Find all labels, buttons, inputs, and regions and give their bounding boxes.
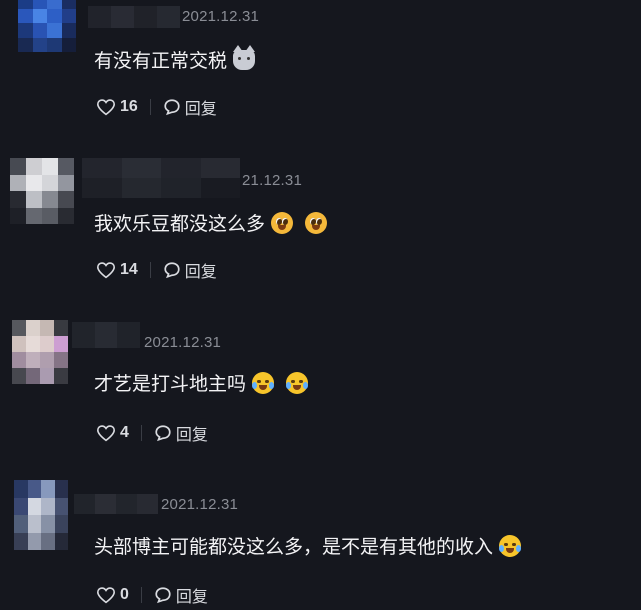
like-heart-icon[interactable] <box>96 424 116 442</box>
comment-list: 2021.12.31 有没有正常交税 16 回复 21.12.31 我欢乐豆都没… <box>0 0 641 610</box>
comment-actions: 16 回复 <box>96 95 217 119</box>
comment-text-content: 才艺是打斗地主吗 <box>94 373 247 395</box>
comment-date: 2021.12.31 <box>182 8 260 25</box>
cat-emoji-icon <box>233 44 256 70</box>
comment-text-content: 头部博主可能都没这么多，是不是有其他的收入 <box>94 536 494 558</box>
like-heart-icon[interactable] <box>96 98 116 116</box>
avatar[interactable] <box>18 0 76 52</box>
comment-text-content: 有没有正常交税 <box>94 50 228 72</box>
reply-bubble-icon[interactable] <box>154 424 172 442</box>
comment-actions: 4 回复 <box>96 421 208 445</box>
comment-text: 才艺是打斗地主吗 <box>94 369 309 396</box>
comment-item: 2021.12.31 有没有正常交税 16 回复 <box>0 0 641 152</box>
like-heart-icon[interactable] <box>96 261 116 279</box>
comment-item: 21.12.31 我欢乐豆都没这么多 14 回复 <box>0 152 641 304</box>
reply-button[interactable]: 回复 <box>185 95 217 119</box>
like-count: 16 <box>120 98 138 115</box>
avatar[interactable] <box>14 480 68 550</box>
comment-text: 我欢乐豆都没这么多 <box>94 209 328 236</box>
like-count: 4 <box>120 424 129 441</box>
comment-date: 21.12.31 <box>242 172 302 189</box>
comment-date: 2021.12.31 <box>161 496 239 513</box>
comment-text: 头部博主可能都没这么多，是不是有其他的收入 <box>94 532 522 559</box>
comment-actions: 14 回复 <box>96 258 217 282</box>
avatar[interactable] <box>12 320 68 384</box>
reply-bubble-icon[interactable] <box>154 586 172 604</box>
username[interactable] <box>72 322 141 348</box>
divider <box>140 425 142 441</box>
like-count: 14 <box>120 261 138 278</box>
comment-text: 有没有正常交税 <box>94 44 256 73</box>
pleading-face-emoji-icon <box>271 211 294 234</box>
pleading-face-emoji-icon <box>305 211 328 234</box>
reply-button[interactable]: 回复 <box>176 583 208 607</box>
reply-button[interactable]: 回复 <box>185 258 217 282</box>
tears-of-joy-emoji-icon <box>499 534 522 557</box>
tears-of-joy-emoji-icon <box>252 371 275 394</box>
like-count: 0 <box>120 586 129 603</box>
username[interactable] <box>88 6 180 28</box>
comment-item: 2021.12.31 头部博主可能都没这么多，是不是有其他的收入 0 回复 <box>0 476 641 610</box>
username[interactable] <box>74 494 158 514</box>
reply-bubble-icon[interactable] <box>163 98 181 116</box>
divider <box>149 262 151 278</box>
reply-button[interactable]: 回复 <box>176 421 208 445</box>
reply-bubble-icon[interactable] <box>163 261 181 279</box>
comment-actions: 0 回复 <box>96 583 208 607</box>
divider <box>149 99 151 115</box>
avatar[interactable] <box>10 158 74 224</box>
comment-text-content: 我欢乐豆都没这么多 <box>94 213 266 235</box>
comment-item: 2021.12.31 才艺是打斗地主吗 4 回复 <box>0 314 641 466</box>
comment-date: 2021.12.31 <box>144 334 222 351</box>
like-heart-icon[interactable] <box>96 586 116 604</box>
divider <box>140 587 142 603</box>
tears-of-joy-emoji-icon <box>286 371 309 394</box>
username[interactable] <box>82 158 240 198</box>
